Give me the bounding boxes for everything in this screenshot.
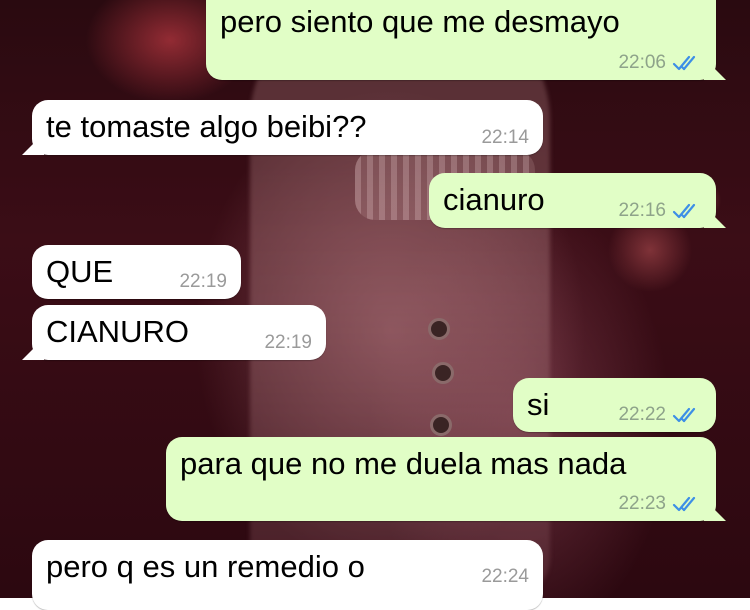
message-meta: 22:14 bbox=[481, 127, 529, 149]
message-time: 22:22 bbox=[618, 404, 666, 425]
message-bubble-incoming[interactable]: QUE 22:19 bbox=[32, 245, 241, 299]
message-text: cianuro bbox=[443, 182, 545, 217]
wallpaper-button bbox=[428, 318, 450, 340]
message-meta: 22:19 bbox=[264, 332, 312, 354]
message-bubble-incoming[interactable]: pero q es un remedio o 22:24 bbox=[32, 540, 543, 610]
message-bubble-incoming[interactable]: te tomaste algo beibi?? 22:14 bbox=[32, 100, 543, 155]
double-check-icon bbox=[672, 55, 696, 71]
message-time: 22:16 bbox=[618, 200, 666, 221]
message-text: te tomaste algo beibi?? bbox=[46, 109, 367, 144]
message-time: 22:06 bbox=[618, 52, 666, 73]
message-time: 22:23 bbox=[618, 493, 666, 514]
message-bubble-outgoing[interactable]: para que no me duela mas nada 22:23 bbox=[166, 437, 716, 521]
wallpaper-button bbox=[432, 362, 454, 384]
message-text: pero q es un remedio o bbox=[46, 549, 365, 584]
message-text: si bbox=[527, 387, 550, 422]
message-bubble-outgoing[interactable]: cianuro 22:16 bbox=[429, 173, 716, 228]
message-meta: 22:24 bbox=[481, 566, 529, 588]
message-bubble-outgoing[interactable]: pero siento que me desmayo 22:06 bbox=[206, 0, 716, 80]
message-meta: 22:22 bbox=[618, 404, 702, 426]
message-bubble-outgoing[interactable]: si 22:22 bbox=[513, 378, 716, 432]
message-meta: 22:23 bbox=[618, 493, 702, 515]
message-time: 22:19 bbox=[179, 271, 227, 292]
wallpaper-button bbox=[430, 414, 452, 436]
message-time: 22:19 bbox=[264, 332, 312, 353]
message-text: QUE bbox=[46, 254, 114, 289]
message-time: 22:14 bbox=[481, 127, 529, 148]
message-text: CIANURO bbox=[46, 314, 189, 349]
message-bubble-incoming[interactable]: CIANURO 22:19 bbox=[32, 305, 326, 360]
message-text: para que no me duela mas nada bbox=[180, 446, 627, 481]
message-time: 22:24 bbox=[481, 566, 529, 587]
double-check-icon bbox=[672, 407, 696, 423]
double-check-icon bbox=[672, 203, 696, 219]
message-meta: 22:06 bbox=[618, 52, 702, 74]
message-meta: 22:19 bbox=[179, 271, 227, 293]
double-check-icon bbox=[672, 496, 696, 512]
message-meta: 22:16 bbox=[618, 200, 702, 222]
message-text: pero siento que me desmayo bbox=[220, 4, 620, 39]
